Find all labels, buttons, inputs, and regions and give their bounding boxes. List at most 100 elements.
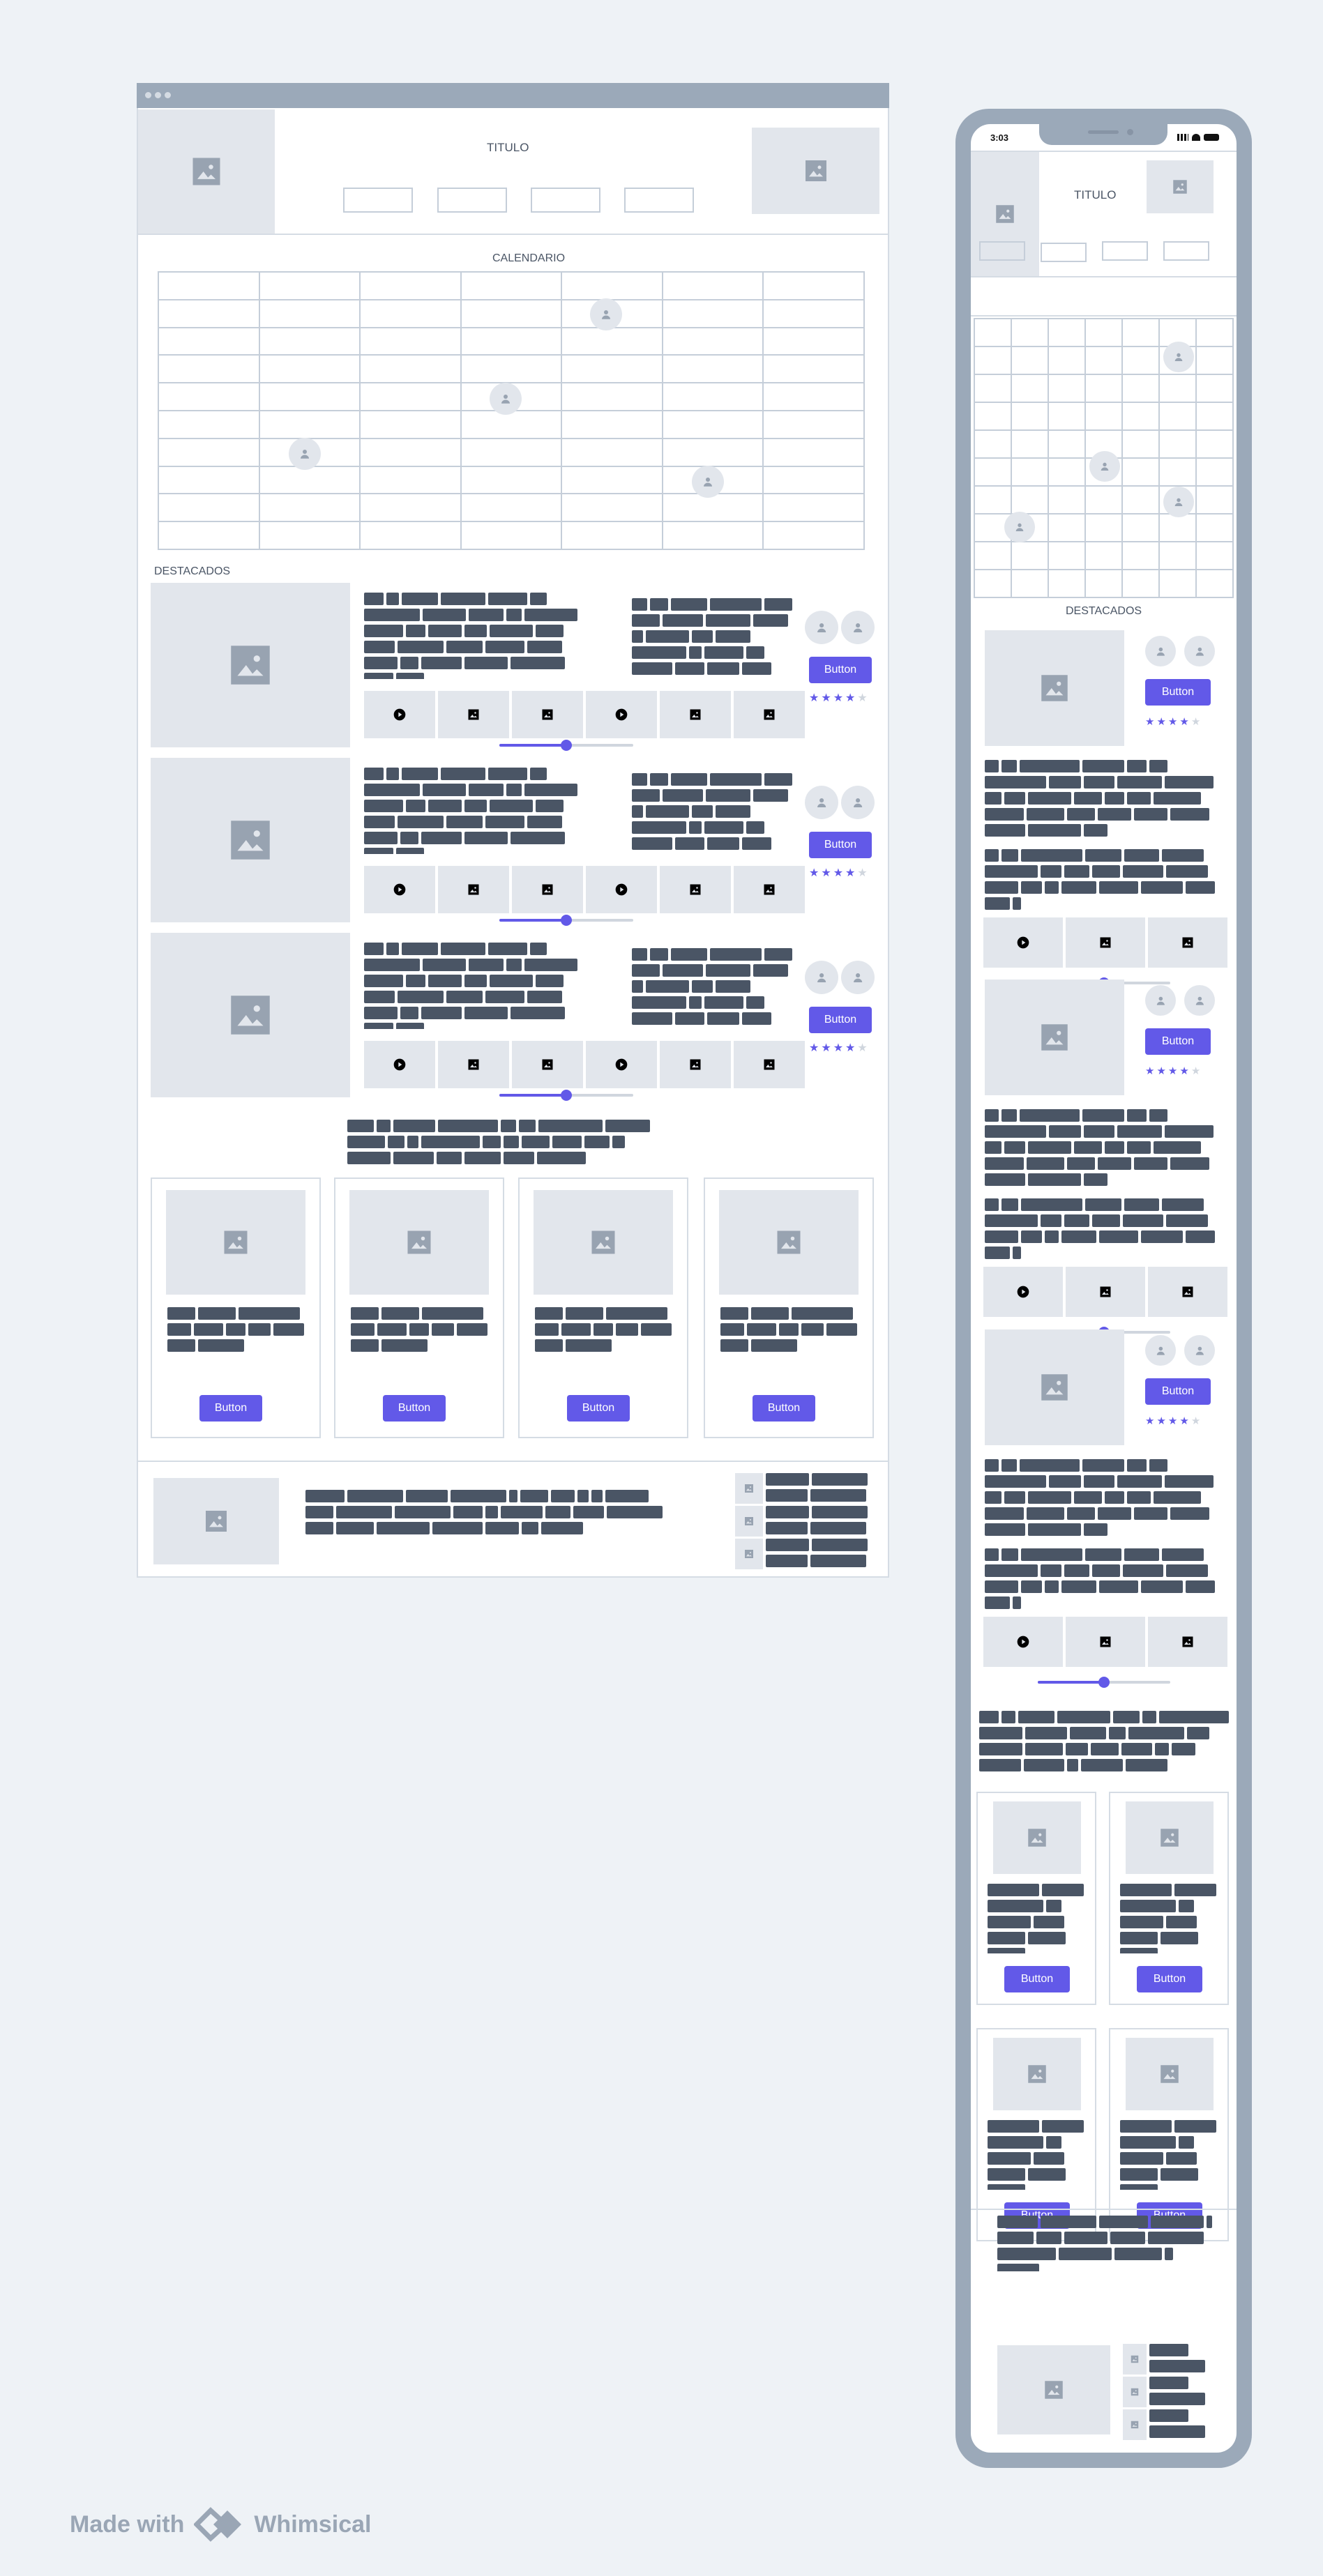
featured-button[interactable]: Button <box>1145 679 1211 706</box>
star-icon[interactable]: ★ <box>1145 1416 1154 1426</box>
calendar-cell[interactable] <box>975 431 1012 459</box>
product-card[interactable]: Button <box>151 1178 321 1438</box>
calendar-cell[interactable] <box>975 319 1012 347</box>
calendar-cell[interactable] <box>764 411 865 439</box>
featured-image[interactable] <box>151 583 350 747</box>
calendar-cell[interactable] <box>159 522 260 550</box>
calendar-cell[interactable] <box>159 466 260 495</box>
calendar-cell[interactable] <box>764 273 865 300</box>
media-thumbnail[interactable] <box>660 866 731 913</box>
product-card[interactable]: Button <box>518 1178 688 1438</box>
media-slider[interactable] <box>499 915 633 926</box>
calendar-cell[interactable] <box>1086 319 1123 347</box>
star-icon[interactable]: ★ <box>833 693 843 704</box>
calendar-cell[interactable] <box>1123 542 1160 570</box>
media-thumbnail[interactable] <box>734 866 805 913</box>
star-icon[interactable]: ★ <box>821 868 831 879</box>
calendar-cell[interactable] <box>361 328 462 356</box>
user-avatar[interactable] <box>1145 636 1176 666</box>
footer-link-thumb[interactable] <box>735 1473 763 1504</box>
calendar-cell[interactable] <box>461 522 563 550</box>
calendar-cell[interactable] <box>259 466 361 495</box>
rating-stars[interactable]: ★ ★ ★ ★ ★ <box>1145 717 1200 727</box>
calendar-cell[interactable] <box>1049 459 1086 487</box>
calendar-cell[interactable] <box>1012 542 1049 570</box>
footer-link-thumb[interactable] <box>1123 2377 1147 2407</box>
calendar-cell[interactable] <box>259 300 361 328</box>
footer-link-thumb[interactable] <box>735 1506 763 1537</box>
calendar-cell[interactable] <box>1012 487 1049 515</box>
calendar-cell[interactable] <box>975 347 1012 375</box>
calendar-cell[interactable] <box>975 375 1012 403</box>
calendar-user-avatar[interactable] <box>1089 451 1120 482</box>
calendar-cell[interactable] <box>159 439 260 467</box>
calendar-cell[interactable] <box>1197 515 1234 542</box>
media-thumbnail[interactable] <box>1066 1617 1145 1667</box>
calendar-cell[interactable] <box>1160 515 1197 542</box>
calendar-cell[interactable] <box>461 328 563 356</box>
featured-button[interactable]: Button <box>1145 1028 1211 1055</box>
featured-image[interactable] <box>985 980 1124 1095</box>
calendar-cell[interactable] <box>663 300 764 328</box>
calendar-cell[interactable] <box>1049 515 1086 542</box>
calendar-user-avatar[interactable] <box>1163 487 1194 517</box>
calendar-cell[interactable] <box>1012 431 1049 459</box>
calendar-cell[interactable] <box>159 411 260 439</box>
featured-image[interactable] <box>985 630 1124 746</box>
star-icon[interactable]: ★ <box>809 868 819 879</box>
user-avatar[interactable] <box>1145 985 1176 1016</box>
card-button[interactable]: Button <box>1137 1966 1202 1992</box>
calendar-cell[interactable] <box>1197 431 1234 459</box>
calendar-user-avatar[interactable] <box>1163 342 1194 372</box>
media-thumbnail[interactable] <box>438 1041 509 1088</box>
calendar-cell[interactable] <box>1123 515 1160 542</box>
rating-stars[interactable]: ★ ★ ★ ★ ★ <box>809 693 868 704</box>
media-thumbnail[interactable] <box>586 691 657 738</box>
calendar-cell[interactable] <box>1012 403 1049 431</box>
star-icon[interactable]: ★ <box>809 693 819 704</box>
made-with-whimsical[interactable]: Made with Whimsical <box>70 2506 372 2543</box>
media-thumbnail[interactable] <box>512 691 583 738</box>
star-icon[interactable]: ★ <box>1179 717 1188 727</box>
calendar-cell[interactable] <box>259 356 361 384</box>
calendar-cell[interactable] <box>562 383 663 411</box>
calendar-cell[interactable] <box>562 494 663 523</box>
media-thumbnail[interactable] <box>364 691 435 738</box>
star-icon[interactable]: ★ <box>1145 1066 1154 1076</box>
media-thumbnail[interactable] <box>1148 1267 1227 1317</box>
calendar-cell[interactable] <box>361 273 462 300</box>
slider-knob[interactable] <box>1098 1677 1110 1688</box>
calendar-cell[interactable] <box>1049 570 1086 598</box>
calendar-cell[interactable] <box>1086 403 1123 431</box>
calendar-cell[interactable] <box>764 328 865 356</box>
slider-knob[interactable] <box>561 740 572 751</box>
star-icon[interactable]: ★ <box>1156 1416 1165 1426</box>
product-card[interactable]: Button <box>704 1178 874 1438</box>
calendar-user-avatar[interactable] <box>692 466 724 498</box>
media-thumbnail[interactable] <box>1066 917 1145 968</box>
card-button[interactable]: Button <box>1004 1966 1070 1992</box>
calendar-cell[interactable] <box>259 411 361 439</box>
footer-link-thumb[interactable] <box>1123 2344 1147 2375</box>
calendar-cell[interactable] <box>562 328 663 356</box>
calendar-cell[interactable] <box>663 383 764 411</box>
calendar-cell[interactable] <box>361 439 462 467</box>
star-icon[interactable]: ★ <box>845 868 855 879</box>
calendar-cell[interactable] <box>159 300 260 328</box>
media-thumbnail[interactable] <box>983 917 1063 968</box>
calendar-cell[interactable] <box>461 273 563 300</box>
calendar-cell[interactable] <box>461 356 563 384</box>
card-button[interactable]: Button <box>567 1395 630 1422</box>
featured-button[interactable]: Button <box>809 657 872 683</box>
featured-image[interactable] <box>985 1329 1124 1445</box>
rating-stars[interactable]: ★ ★ ★ ★ ★ <box>1145 1066 1200 1076</box>
calendar-user-avatar[interactable] <box>590 298 622 330</box>
calendar-cell[interactable] <box>461 411 563 439</box>
card-button[interactable]: Button <box>753 1395 815 1422</box>
calendar-cell[interactable] <box>1012 375 1049 403</box>
calendar-cell[interactable] <box>663 494 764 523</box>
calendar-user-avatar[interactable] <box>289 438 321 470</box>
media-thumbnail[interactable] <box>734 1041 805 1088</box>
calendar-user-avatar[interactable] <box>490 383 522 415</box>
calendar-cell[interactable] <box>1160 431 1197 459</box>
